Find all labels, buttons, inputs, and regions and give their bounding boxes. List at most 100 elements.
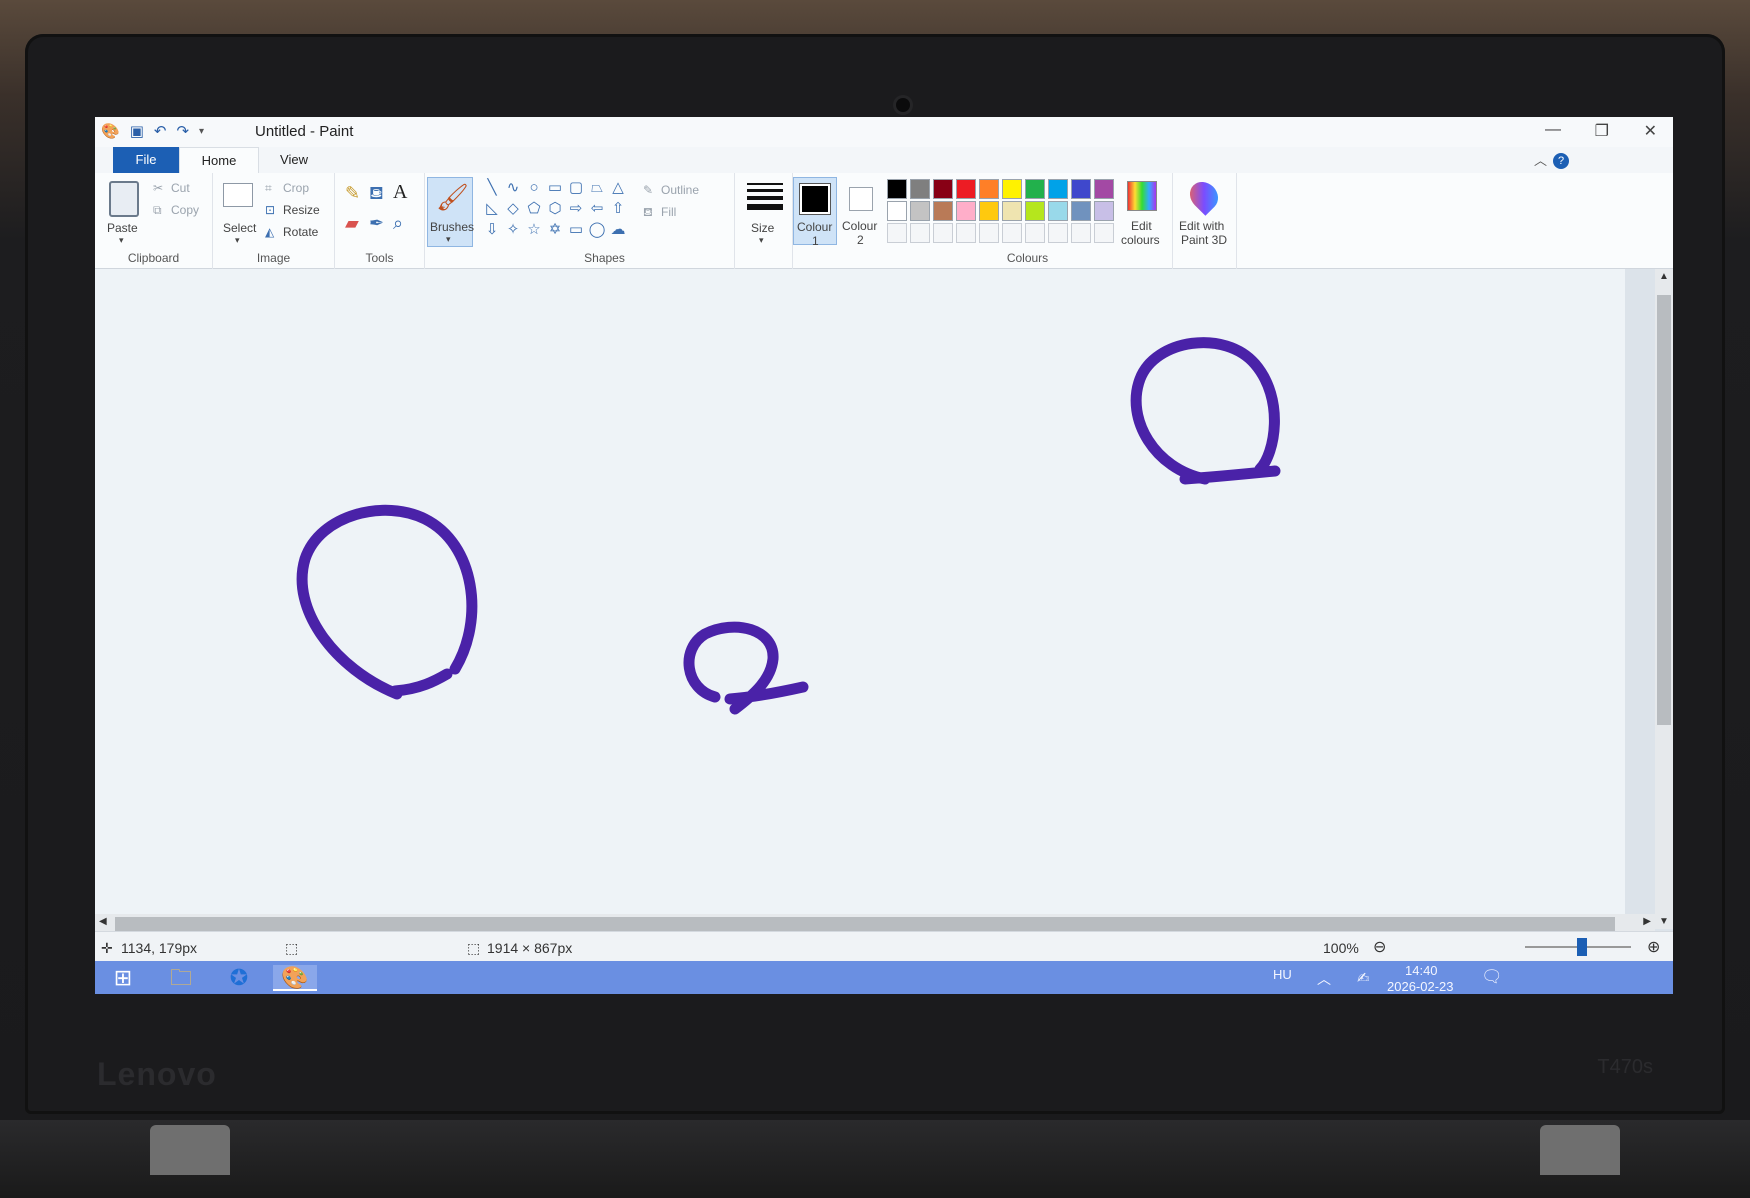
paint-app-icon[interactable]: 🎨 [101,122,120,140]
text-tool-icon[interactable]: A [393,181,407,204]
color-picker-icon[interactable]: ✒ [369,213,384,234]
help-icon[interactable]: ? [1553,153,1569,169]
pen-workspace-icon[interactable]: ✍ [1357,969,1370,987]
brushes-button[interactable]: 🖌 Brushes ▾ [427,177,474,247]
input-language[interactable]: HU [1273,967,1292,982]
down-arrow-shape-icon[interactable]: ⇩ [483,221,501,239]
vertical-scrollbar[interactable]: ▲ ▼ [1655,269,1673,929]
drawing-canvas[interactable] [95,269,1625,914]
palette-swatch[interactable] [933,179,953,199]
crop-icon[interactable]: ⌗ [265,181,272,196]
up-arrow-shape-icon[interactable]: ⇧ [609,200,627,218]
palette-swatch[interactable] [1094,179,1114,199]
edit-colours-icon[interactable] [1127,181,1157,211]
copy-button[interactable]: Copy [171,203,199,217]
paint-taskbar-icon[interactable]: 🎨 [273,965,317,991]
zoom-slider-thumb[interactable] [1577,938,1587,956]
show-hidden-icons-icon[interactable]: ︿ [1317,969,1331,989]
palette-swatch[interactable] [887,201,907,221]
magnifier-icon[interactable]: ⌕ [393,213,403,234]
cut-button[interactable]: Cut [171,181,190,195]
callout-cloud-shape-icon[interactable]: ☁ [609,221,627,239]
app-pinned-icon[interactable]: ✪ [223,965,255,991]
scroll-up-icon[interactable]: ▲ [1659,271,1669,282]
custom-colour-slot[interactable] [887,223,907,243]
action-center-icon[interactable]: 🗨 [1481,967,1503,987]
palette-swatch[interactable] [1071,201,1091,221]
cut-icon[interactable]: ✂ [153,181,163,195]
palette-swatch[interactable] [1002,201,1022,221]
colour1-button[interactable]: Colour 1 [793,177,837,248]
palette-swatch[interactable] [1025,201,1045,221]
custom-colour-slot[interactable] [1002,223,1022,243]
palette-swatch[interactable] [1071,179,1091,199]
palette-swatch[interactable] [1048,201,1068,221]
tab-view[interactable]: View [259,147,329,173]
custom-colour-slot[interactable] [933,223,953,243]
shapes-gallery[interactable]: ╲ ∿ ○ ▭ ▢ ⏢ △ ◺ ◇ ⬠ ⬡ ⇨ ⇦ ⇧ ⇩ ✧ ☆ ✡ ▭ ◯ ☁ [483,179,633,239]
horizontal-scrollbar[interactable]: ◀ ▶ [95,914,1655,932]
start-windows-icon[interactable]: ⊞ [107,965,139,991]
palette-swatch[interactable] [933,201,953,221]
vertical-scroll-thumb[interactable] [1657,295,1671,725]
callout-rect-shape-icon[interactable]: ▭ [567,221,585,239]
fill-icon[interactable]: ⛾ [643,205,653,221]
zoom-in-icon[interactable]: ⊕ [1647,937,1660,957]
custom-colour-slot[interactable] [1071,223,1091,243]
six-point-star-shape-icon[interactable]: ✡ [546,221,564,239]
restore-button[interactable]: ❐ [1595,121,1609,141]
palette-swatch[interactable] [1025,179,1045,199]
clock-time[interactable]: 14:40 [1405,963,1438,978]
select-button[interactable]: Select [223,221,256,235]
size-button[interactable]: Size [751,221,774,235]
custom-colour-slot[interactable] [1094,223,1114,243]
polygon-shape-icon[interactable]: ⏢ [588,179,606,197]
save-icon[interactable]: ▣ [130,122,144,140]
colour2-button[interactable]: Colour 2 [839,177,883,247]
tab-file[interactable]: File [113,147,179,173]
left-arrow-shape-icon[interactable]: ⇦ [588,200,606,218]
palette-swatch[interactable] [910,201,930,221]
paste-button[interactable]: Paste [107,221,138,235]
palette-swatch[interactable] [1002,179,1022,199]
palette-swatch[interactable] [1094,201,1114,221]
crop-button[interactable]: Crop [283,181,309,195]
scroll-left-icon[interactable]: ◀ [99,916,107,927]
rectangle-shape-icon[interactable]: ▭ [546,179,564,197]
scroll-right-icon[interactable]: ▶ [1643,916,1651,927]
minimize-button[interactable]: — [1545,121,1561,139]
paste-icon[interactable] [109,181,139,217]
customize-qat-icon[interactable]: ▾ [199,126,204,137]
hexagon-shape-icon[interactable]: ⬡ [546,200,564,218]
pencil-icon[interactable]: ✎ [345,183,360,204]
custom-colour-slot[interactable] [1048,223,1068,243]
right-arrow-shape-icon[interactable]: ⇨ [567,200,585,218]
rounded-rect-shape-icon[interactable]: ▢ [567,179,585,197]
edit-with-paint3d-button[interactable]: Edit with [1179,219,1224,233]
palette-swatch[interactable] [910,179,930,199]
edit-colours-label[interactable]: Edit [1131,219,1152,233]
diamond-shape-icon[interactable]: ◇ [504,200,522,218]
custom-colour-slot[interactable] [1025,223,1045,243]
line-shape-icon[interactable]: ╲ [483,179,501,197]
outline-icon[interactable]: ✎ [643,183,653,197]
fill-dropdown[interactable]: Fill [661,205,676,219]
palette-swatch[interactable] [956,201,976,221]
fill-bucket-icon[interactable]: ⛾ [369,183,384,207]
copy-icon[interactable]: ⧉ [153,203,162,218]
custom-colour-slot[interactable] [910,223,930,243]
zoom-out-icon[interactable]: ⊖ [1373,937,1386,957]
five-point-star-shape-icon[interactable]: ☆ [525,221,543,239]
resize-button[interactable]: Resize [283,203,320,217]
outline-dropdown[interactable]: Outline [661,183,699,197]
pentagon-shape-icon[interactable]: ⬠ [525,200,543,218]
undo-icon[interactable]: ↶ [154,122,167,140]
rotate-icon[interactable]: ◭ [265,225,274,239]
palette-swatch[interactable] [979,179,999,199]
palette-swatch[interactable] [956,179,976,199]
custom-colour-slot[interactable] [956,223,976,243]
horizontal-scroll-thumb[interactable] [115,917,1615,931]
callout-oval-shape-icon[interactable]: ◯ [588,221,606,239]
size-icon[interactable] [747,183,783,210]
palette-swatch[interactable] [1048,179,1068,199]
